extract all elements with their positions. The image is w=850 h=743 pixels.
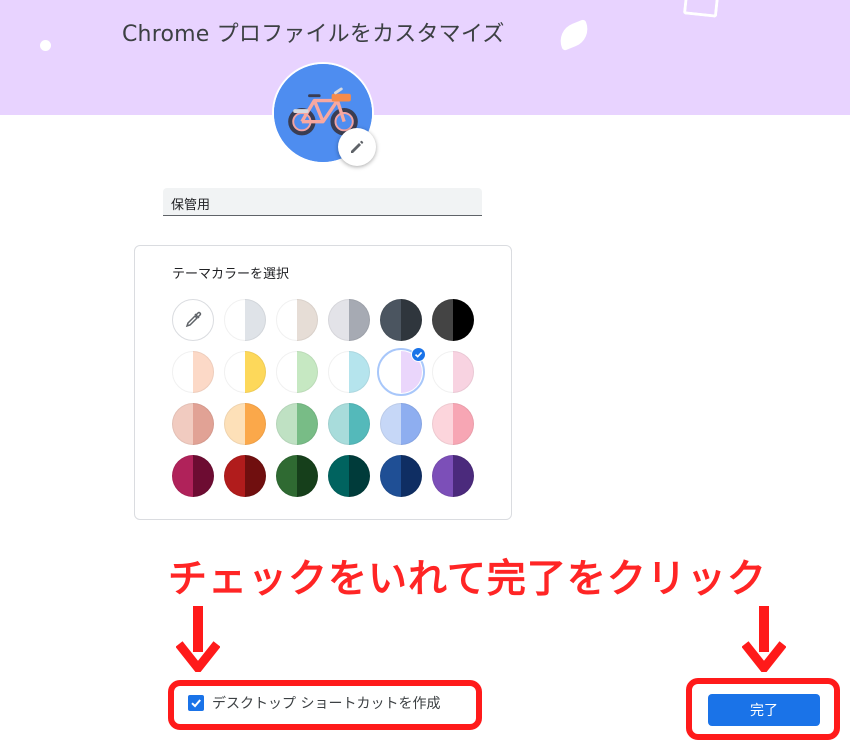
create-shortcut-checkbox[interactable] bbox=[188, 695, 204, 711]
theme-swatch-green-light[interactable] bbox=[276, 351, 318, 393]
theme-swatch-orange[interactable] bbox=[224, 403, 266, 445]
theme-swatch-dark-slate[interactable] bbox=[380, 299, 422, 341]
theme-swatch-pink-light[interactable] bbox=[432, 351, 474, 393]
eyedropper-icon bbox=[185, 311, 202, 328]
theme-swatch-cyan-light[interactable] bbox=[328, 351, 370, 393]
theme-color-card: テーマカラーを選択 bbox=[134, 245, 512, 520]
page-title: Chrome プロファイルをカスタマイズ bbox=[122, 22, 505, 47]
arrow-down-icon bbox=[742, 606, 786, 672]
create-shortcut-label: デスクトップ ショートカットを作成 bbox=[212, 696, 441, 712]
theme-swatch-burgundy[interactable] bbox=[172, 455, 214, 497]
decorative-dot bbox=[40, 40, 51, 51]
decorative-leaf-shape bbox=[555, 18, 593, 52]
theme-swatch-navy[interactable] bbox=[380, 455, 422, 497]
theme-swatch-yellow[interactable] bbox=[224, 351, 266, 393]
theme-swatch-custom-color-picker[interactable] bbox=[172, 299, 214, 341]
theme-swatch-dark-red[interactable] bbox=[224, 455, 266, 497]
theme-color-label: テーマカラーを選択 bbox=[172, 267, 290, 282]
edit-avatar-button[interactable] bbox=[338, 128, 376, 166]
theme-swatch-rose[interactable] bbox=[432, 403, 474, 445]
theme-swatch-grey-light[interactable] bbox=[224, 299, 266, 341]
checkmark-icon bbox=[191, 699, 201, 708]
selected-check-icon bbox=[411, 347, 426, 362]
theme-swatch-purple[interactable] bbox=[432, 455, 474, 497]
theme-swatch-grey-blue[interactable] bbox=[328, 299, 370, 341]
theme-swatch-beige-light[interactable] bbox=[276, 299, 318, 341]
decorative-square-shape bbox=[682, 0, 720, 18]
theme-swatch-periwinkle[interactable] bbox=[380, 403, 422, 445]
theme-swatch-peach-light[interactable] bbox=[172, 351, 214, 393]
create-shortcut-option[interactable]: デスクトップ ショートカットを作成 bbox=[188, 693, 440, 713]
theme-swatch-salmon[interactable] bbox=[172, 403, 214, 445]
theme-swatch-green[interactable] bbox=[276, 403, 318, 445]
done-button[interactable]: 完了 bbox=[708, 694, 820, 726]
theme-swatch-lavender[interactable] bbox=[377, 347, 426, 396]
profile-name-input[interactable]: 保管用 bbox=[163, 188, 482, 216]
theme-swatch-dark-teal[interactable] bbox=[328, 455, 370, 497]
theme-swatch-teal[interactable] bbox=[328, 403, 370, 445]
theme-swatch-black[interactable] bbox=[432, 299, 474, 341]
arrow-down-icon bbox=[176, 606, 220, 672]
pencil-icon bbox=[351, 140, 364, 153]
theme-swatch-dark-green[interactable] bbox=[276, 455, 318, 497]
theme-color-grid bbox=[172, 299, 474, 499]
instruction-annotation: チェックをいれて完了をクリック bbox=[168, 557, 767, 602]
